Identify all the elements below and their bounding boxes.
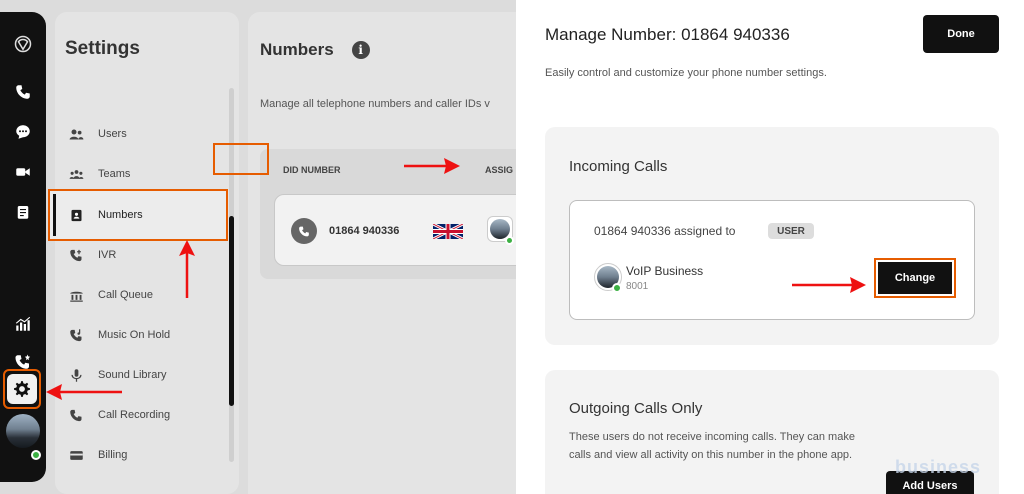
online-status-icon bbox=[612, 283, 622, 293]
menu-item-teams[interactable]: Teams bbox=[67, 161, 227, 187]
phone-number-icon bbox=[291, 218, 317, 244]
assigned-to-text: 01864 940336 assigned to bbox=[594, 224, 736, 238]
modal-title: Manage Number: 01864 940336 bbox=[545, 25, 790, 44]
menu-item-numbers[interactable]: Numbers bbox=[48, 189, 228, 241]
assigned-column-highlight bbox=[213, 143, 269, 175]
info-icon[interactable]: i bbox=[351, 41, 370, 59]
numbers-title-text: Numbers bbox=[260, 40, 334, 59]
change-button[interactable]: Change bbox=[878, 262, 952, 294]
did-number: 01864 940336 bbox=[329, 225, 400, 237]
menu-item-label: Call Queue bbox=[98, 289, 154, 301]
annotation-arrow-change bbox=[792, 277, 866, 293]
outgoing-calls-description: These users do not receive incoming call… bbox=[569, 431, 855, 461]
menu-item-ivr[interactable]: IVR bbox=[67, 242, 227, 268]
call-recording-icon bbox=[67, 406, 85, 424]
settings-scrollbar-thumb[interactable] bbox=[229, 216, 234, 406]
numbers-table: DID NUMBER ASSIG 01864 940336 bbox=[260, 149, 516, 279]
gear-icon bbox=[14, 381, 30, 397]
settings-title: Settings bbox=[65, 38, 140, 59]
numbers-icon bbox=[67, 206, 85, 224]
analytics-icon[interactable] bbox=[13, 314, 33, 334]
video-icon[interactable] bbox=[13, 162, 33, 182]
left-rail bbox=[0, 12, 46, 482]
online-status-icon bbox=[31, 450, 41, 460]
user-badge: USER bbox=[768, 223, 814, 239]
annotation-arrow-up bbox=[179, 240, 195, 298]
ivr-icon bbox=[67, 246, 85, 264]
numbers-panel: Numbers i Manage all telephone numbers a… bbox=[248, 12, 516, 494]
watermark: business bbox=[895, 457, 982, 477]
table-row[interactable]: 01864 940336 bbox=[274, 194, 516, 266]
outgoing-calls-title: Outgoing Calls Only bbox=[569, 400, 703, 417]
settings-panel: Settings Users Teams Numbers IVR Call Qu… bbox=[48, 12, 239, 494]
manage-number-panel: Manage Number: 01864 940336 Easily contr… bbox=[516, 0, 1024, 494]
numbers-title: Numbers i bbox=[260, 40, 370, 60]
incoming-assignment-card: 01864 940336 assigned to USER VoIP Busin… bbox=[569, 200, 975, 320]
column-header-assigned[interactable]: ASSIG bbox=[485, 165, 513, 175]
users-icon bbox=[67, 125, 85, 143]
profile-avatar[interactable] bbox=[6, 414, 40, 448]
annotation-arrow-right bbox=[404, 158, 460, 174]
menu-item-label: Music On Hold bbox=[98, 329, 171, 341]
menu-item-label: Call Recording bbox=[98, 409, 171, 421]
teams-icon bbox=[67, 165, 85, 183]
menu-item-label: Numbers bbox=[98, 209, 143, 221]
phone-icon[interactable] bbox=[13, 82, 33, 102]
assignee-name: VoIP Business bbox=[626, 264, 704, 278]
call-queue-icon bbox=[67, 286, 85, 304]
uk-flag-icon bbox=[433, 224, 463, 239]
menu-item-music-on-hold[interactable]: Music On Hold bbox=[67, 322, 227, 348]
incoming-calls-section: Incoming Calls 01864 940336 assigned to … bbox=[545, 127, 999, 345]
menu-item-label: IVR bbox=[98, 249, 117, 261]
modal-subtitle: Easily control and customize your phone … bbox=[545, 67, 827, 79]
active-indicator bbox=[53, 194, 56, 236]
online-status-icon bbox=[505, 236, 514, 245]
incoming-calls-title: Incoming Calls bbox=[569, 158, 668, 175]
notes-icon[interactable] bbox=[13, 202, 33, 222]
music-on-hold-icon bbox=[67, 326, 85, 344]
menu-item-label: Teams bbox=[98, 168, 131, 180]
chat-icon[interactable] bbox=[13, 122, 33, 142]
annotation-arrow-left bbox=[46, 384, 122, 400]
menu-item-label: Billing bbox=[98, 449, 128, 461]
done-button[interactable]: Done bbox=[923, 15, 999, 53]
menu-item-billing[interactable]: Billing bbox=[67, 442, 227, 468]
change-button-highlight: Change bbox=[874, 258, 956, 298]
settings-gear-button[interactable] bbox=[3, 369, 41, 409]
billing-icon bbox=[67, 446, 85, 464]
menu-item-label: Users bbox=[98, 128, 127, 140]
menu-item-call-recording[interactable]: Call Recording bbox=[67, 402, 227, 428]
assignee-extension: 8001 bbox=[626, 281, 649, 292]
app-logo-icon[interactable] bbox=[13, 34, 33, 54]
column-header-did-number[interactable]: DID NUMBER bbox=[283, 165, 341, 175]
numbers-description: Manage all telephone numbers and caller … bbox=[260, 98, 490, 110]
menu-item-users[interactable]: Users bbox=[67, 121, 227, 147]
menu-item-call-queue[interactable]: Call Queue bbox=[67, 282, 227, 308]
